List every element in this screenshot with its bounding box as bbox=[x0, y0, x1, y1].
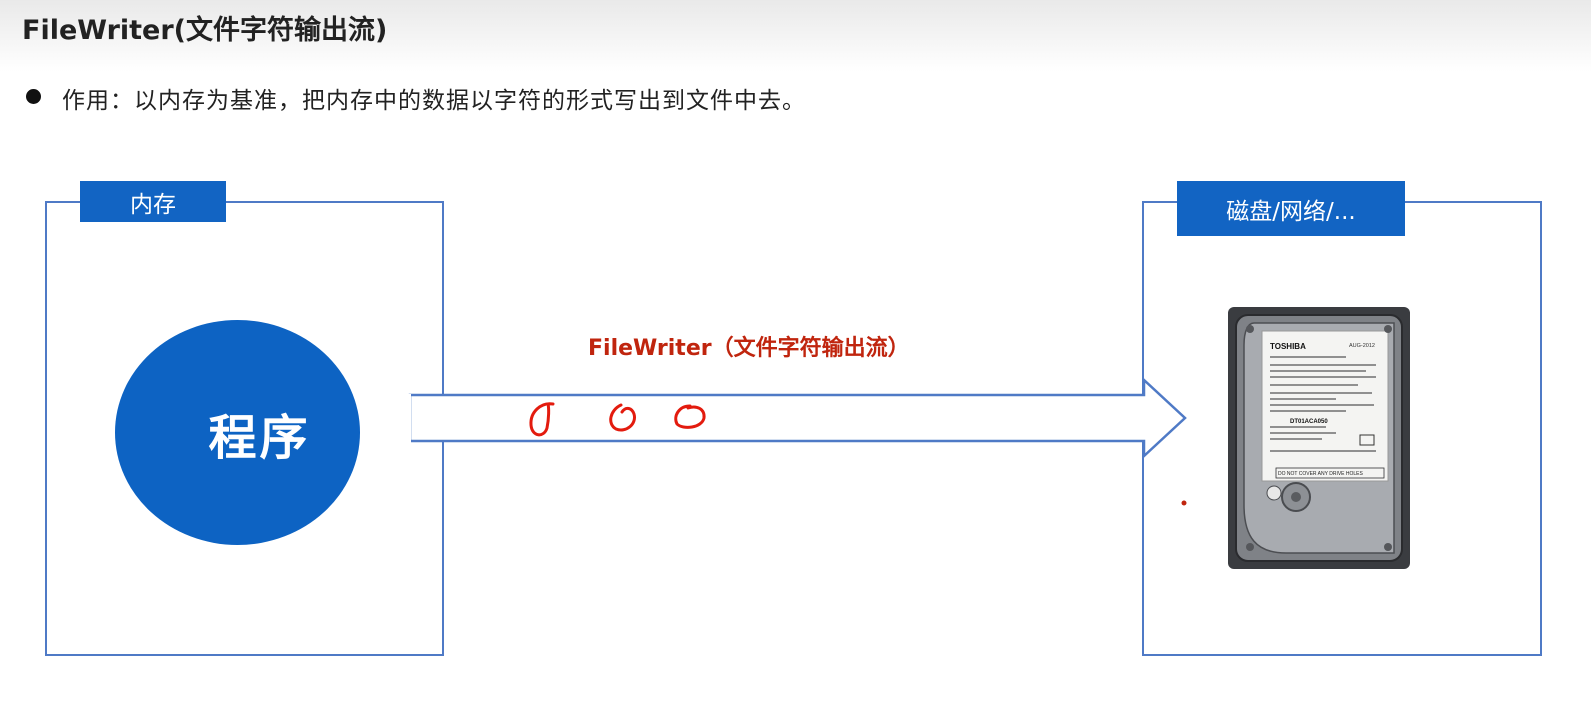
stream-arrow-tail-mask bbox=[405, 394, 411, 444]
hdd-screw-3 bbox=[1384, 543, 1392, 551]
hdd-screw-4 bbox=[1246, 543, 1254, 551]
hdd-model: DT01ACA050 bbox=[1290, 419, 1328, 425]
hard-drive-image: TOSHIBA AUG-2012 DT01ACA050 DO NOT COVER… bbox=[1228, 307, 1410, 569]
hdd-brand: TOSHIBA bbox=[1270, 342, 1306, 351]
hdd-screw-1 bbox=[1246, 325, 1254, 333]
hdd-date: AUG-2012 bbox=[1349, 343, 1375, 349]
red-dot bbox=[1181, 500, 1187, 506]
hdd-spindle-hub bbox=[1291, 492, 1301, 502]
hdd-screw-2 bbox=[1384, 325, 1392, 333]
stream-label: FileWriter（文件字符输出流） bbox=[588, 336, 910, 361]
stream-arrow-shape bbox=[408, 377, 1187, 459]
hdd-hole bbox=[1266, 485, 1282, 501]
hdd-notice: DO NOT COVER ANY DRIVE HOLES bbox=[1278, 471, 1364, 477]
hdd-label bbox=[1261, 330, 1389, 482]
